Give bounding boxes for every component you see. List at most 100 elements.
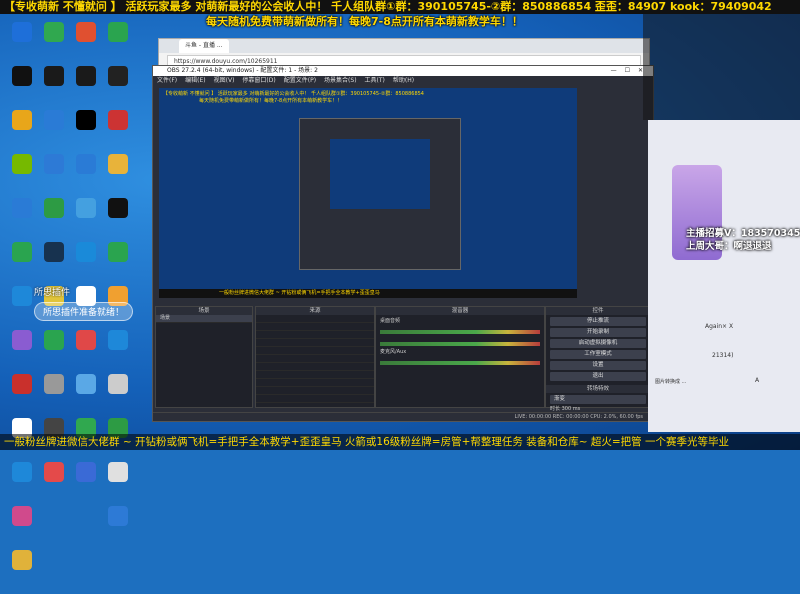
w-icon <box>108 198 128 218</box>
edge-icon <box>12 286 32 306</box>
side-a-text: A <box>755 377 760 384</box>
source-item[interactable] <box>256 355 374 363</box>
control-button[interactable]: 退出 <box>550 372 646 381</box>
sources-header: 来源 <box>256 307 374 315</box>
desktop-shortcut[interactable] <box>98 330 138 370</box>
app-icon <box>76 22 96 42</box>
browser-tab[interactable]: 斗鱼 - 直播 ... <box>179 39 229 53</box>
desktop-shortcut[interactable] <box>2 550 42 590</box>
chat-panel <box>643 14 800 120</box>
obs-titlebar: OBS 27.2.4 (64-bit, windows) - 配置文件: 1 -… <box>153 66 653 76</box>
desktop-shortcut[interactable] <box>98 66 138 106</box>
folder-icon <box>108 154 128 174</box>
bottom-banner: 一般粉丝牌进微信大佬群 ~ 开钻粉或俩飞机=手把手全本教学+歪歪皇马 火箭或16… <box>0 434 800 450</box>
app-icon <box>12 242 32 262</box>
plugin-ready-bubble: 所思插件准备就绪！ <box>34 302 134 321</box>
plugin-label: 所思插件 <box>34 288 71 298</box>
mixer-header: 混音器 <box>376 307 544 315</box>
preview-nested-desktop <box>330 139 430 209</box>
mixer-dock: 混音器 桌面音频 麦克风/Aux <box>375 306 545 408</box>
source-item[interactable] <box>256 363 374 371</box>
game-icon <box>76 198 96 218</box>
clock-icon <box>108 66 128 86</box>
obs-menu-item[interactable]: 文件(F) <box>157 77 177 84</box>
app-icon <box>108 506 128 526</box>
obs-window[interactable]: OBS 27.2.4 (64-bit, windows) - 配置文件: 1 -… <box>152 65 654 422</box>
sub-banner: 每天随机免费带萌新做所有！每晚7-8点开所有本萌新教学车！！ <box>206 15 523 28</box>
control-button[interactable]: 工作室模式 <box>550 350 646 359</box>
source-item[interactable] <box>256 379 374 387</box>
desktop-shortcut[interactable] <box>98 242 138 282</box>
app-icon <box>108 110 128 130</box>
obs-menu-item[interactable]: 场景集合(S) <box>324 77 357 84</box>
desktop-shortcut[interactable] <box>98 22 138 62</box>
obs-title: OBS 27.2.4 (64-bit, windows) - 配置文件: 1 -… <box>167 67 318 74</box>
desktop-shortcut[interactable] <box>98 110 138 150</box>
obs-docks: 场景 场景 来源 混音器 桌面音频 麦克风/Aux 控件 停止推流开始录制启动虚拟… <box>153 298 653 421</box>
source-item[interactable] <box>256 323 374 331</box>
app-icon <box>108 22 128 42</box>
obs-menu-item[interactable]: 视图(V) <box>214 77 235 84</box>
mixer-channel-label <box>376 334 544 336</box>
control-button[interactable]: 停止推流 <box>550 317 646 326</box>
game-icon <box>44 374 64 394</box>
obs-menu-item[interactable]: 帮助(H) <box>393 77 414 84</box>
side-number-text: 21314) <box>712 352 734 359</box>
obs-menu-item[interactable]: 配置文件(P) <box>284 77 316 84</box>
destiny-icon <box>108 374 128 394</box>
transition-select[interactable]: 渐变 <box>550 395 646 404</box>
source-item[interactable] <box>256 371 374 379</box>
desktop-shortcut[interactable] <box>98 506 138 546</box>
app-icon <box>44 22 64 42</box>
folder-icon <box>12 550 32 570</box>
volume-meter[interactable] <box>380 361 540 365</box>
app-icon <box>76 330 96 350</box>
source-item[interactable] <box>256 395 374 403</box>
source-item[interactable] <box>256 347 374 355</box>
preview-subtitle: 每天随机免费带萌新做所有！每晚7-8点开所有本萌新教学车！！ <box>199 98 343 104</box>
mixer-channels: 桌面音频 麦克风/Aux <box>376 315 544 365</box>
obs-menubar[interactable]: 文件(F) 编辑(E) 视图(V) 停靠窗口(D) 配置文件(P) 场景集合(S) 工具(T… <box>153 76 653 86</box>
folder-icon <box>44 66 64 86</box>
obs-menu-item[interactable]: 编辑(E) <box>185 77 205 84</box>
app-icon <box>76 242 96 262</box>
source-item[interactable] <box>256 339 374 347</box>
sources-dock: 来源 <box>255 306 375 408</box>
steam-icon <box>44 242 64 262</box>
desktop-shortcut[interactable] <box>98 374 138 414</box>
web-side-panel <box>648 120 800 432</box>
desktop-shortcut[interactable] <box>98 462 138 502</box>
obs-preview[interactable]: 【专收萌新 不懂就问 】 活跃玩家最多 对萌新最好的公会收人中！ 千人组队群①群… <box>159 88 577 298</box>
shield-icon <box>12 22 32 42</box>
mixer-channel-label: 麦克风/Aux <box>380 349 407 355</box>
source-item[interactable] <box>256 331 374 339</box>
app-icon <box>108 462 128 482</box>
control-button[interactable]: 启动虚拟摄像机 <box>550 339 646 348</box>
desktop-icon-column-4 <box>98 22 138 550</box>
game-icon <box>44 462 64 482</box>
grid-icon <box>12 198 32 218</box>
control-button[interactable]: 设置 <box>550 361 646 370</box>
obs-statusbar: LIVE: 00:00:00 REC: 00:00:00 CPU: 2.0%, … <box>153 412 653 421</box>
edge-icon <box>12 462 32 482</box>
game-icon <box>12 374 32 394</box>
desktop-shortcut[interactable] <box>98 154 138 194</box>
obs-menu-item[interactable]: 工具(T) <box>365 77 385 84</box>
app-icon <box>108 242 128 262</box>
source-item[interactable] <box>256 315 374 323</box>
scenes-dock: 场景 场景 <box>155 306 253 408</box>
preview-bottom-banner: 一般粉丝牌进微信大佬群 ~ 开钻粉或俩飞机=手把手全本教学+歪歪皇马 <box>159 289 577 298</box>
desktop-shortcut[interactable] <box>2 506 42 546</box>
transitions-header: 转场特效 <box>546 385 650 393</box>
desktop-shortcut[interactable] <box>98 198 138 238</box>
controls-header: 控件 <box>546 307 650 315</box>
control-button[interactable]: 开始录制 <box>550 328 646 337</box>
qq-icon <box>12 66 32 86</box>
game-icon <box>12 506 32 526</box>
scene-item[interactable]: 场景 <box>156 315 252 323</box>
browser-tab-strip[interactable]: 斗鱼 - 直播 ... <box>159 39 649 53</box>
obs-menu-item[interactable]: 停靠窗口(D) <box>242 77 275 84</box>
top-banner: 【专收萌新 不懂就问 】 活跃玩家最多 对萌新最好的公会收人中！ 千人组队群①群… <box>0 0 800 14</box>
source-item[interactable] <box>256 387 374 395</box>
last-week-overlay: 上周大哥：啊退退退 <box>686 241 772 252</box>
